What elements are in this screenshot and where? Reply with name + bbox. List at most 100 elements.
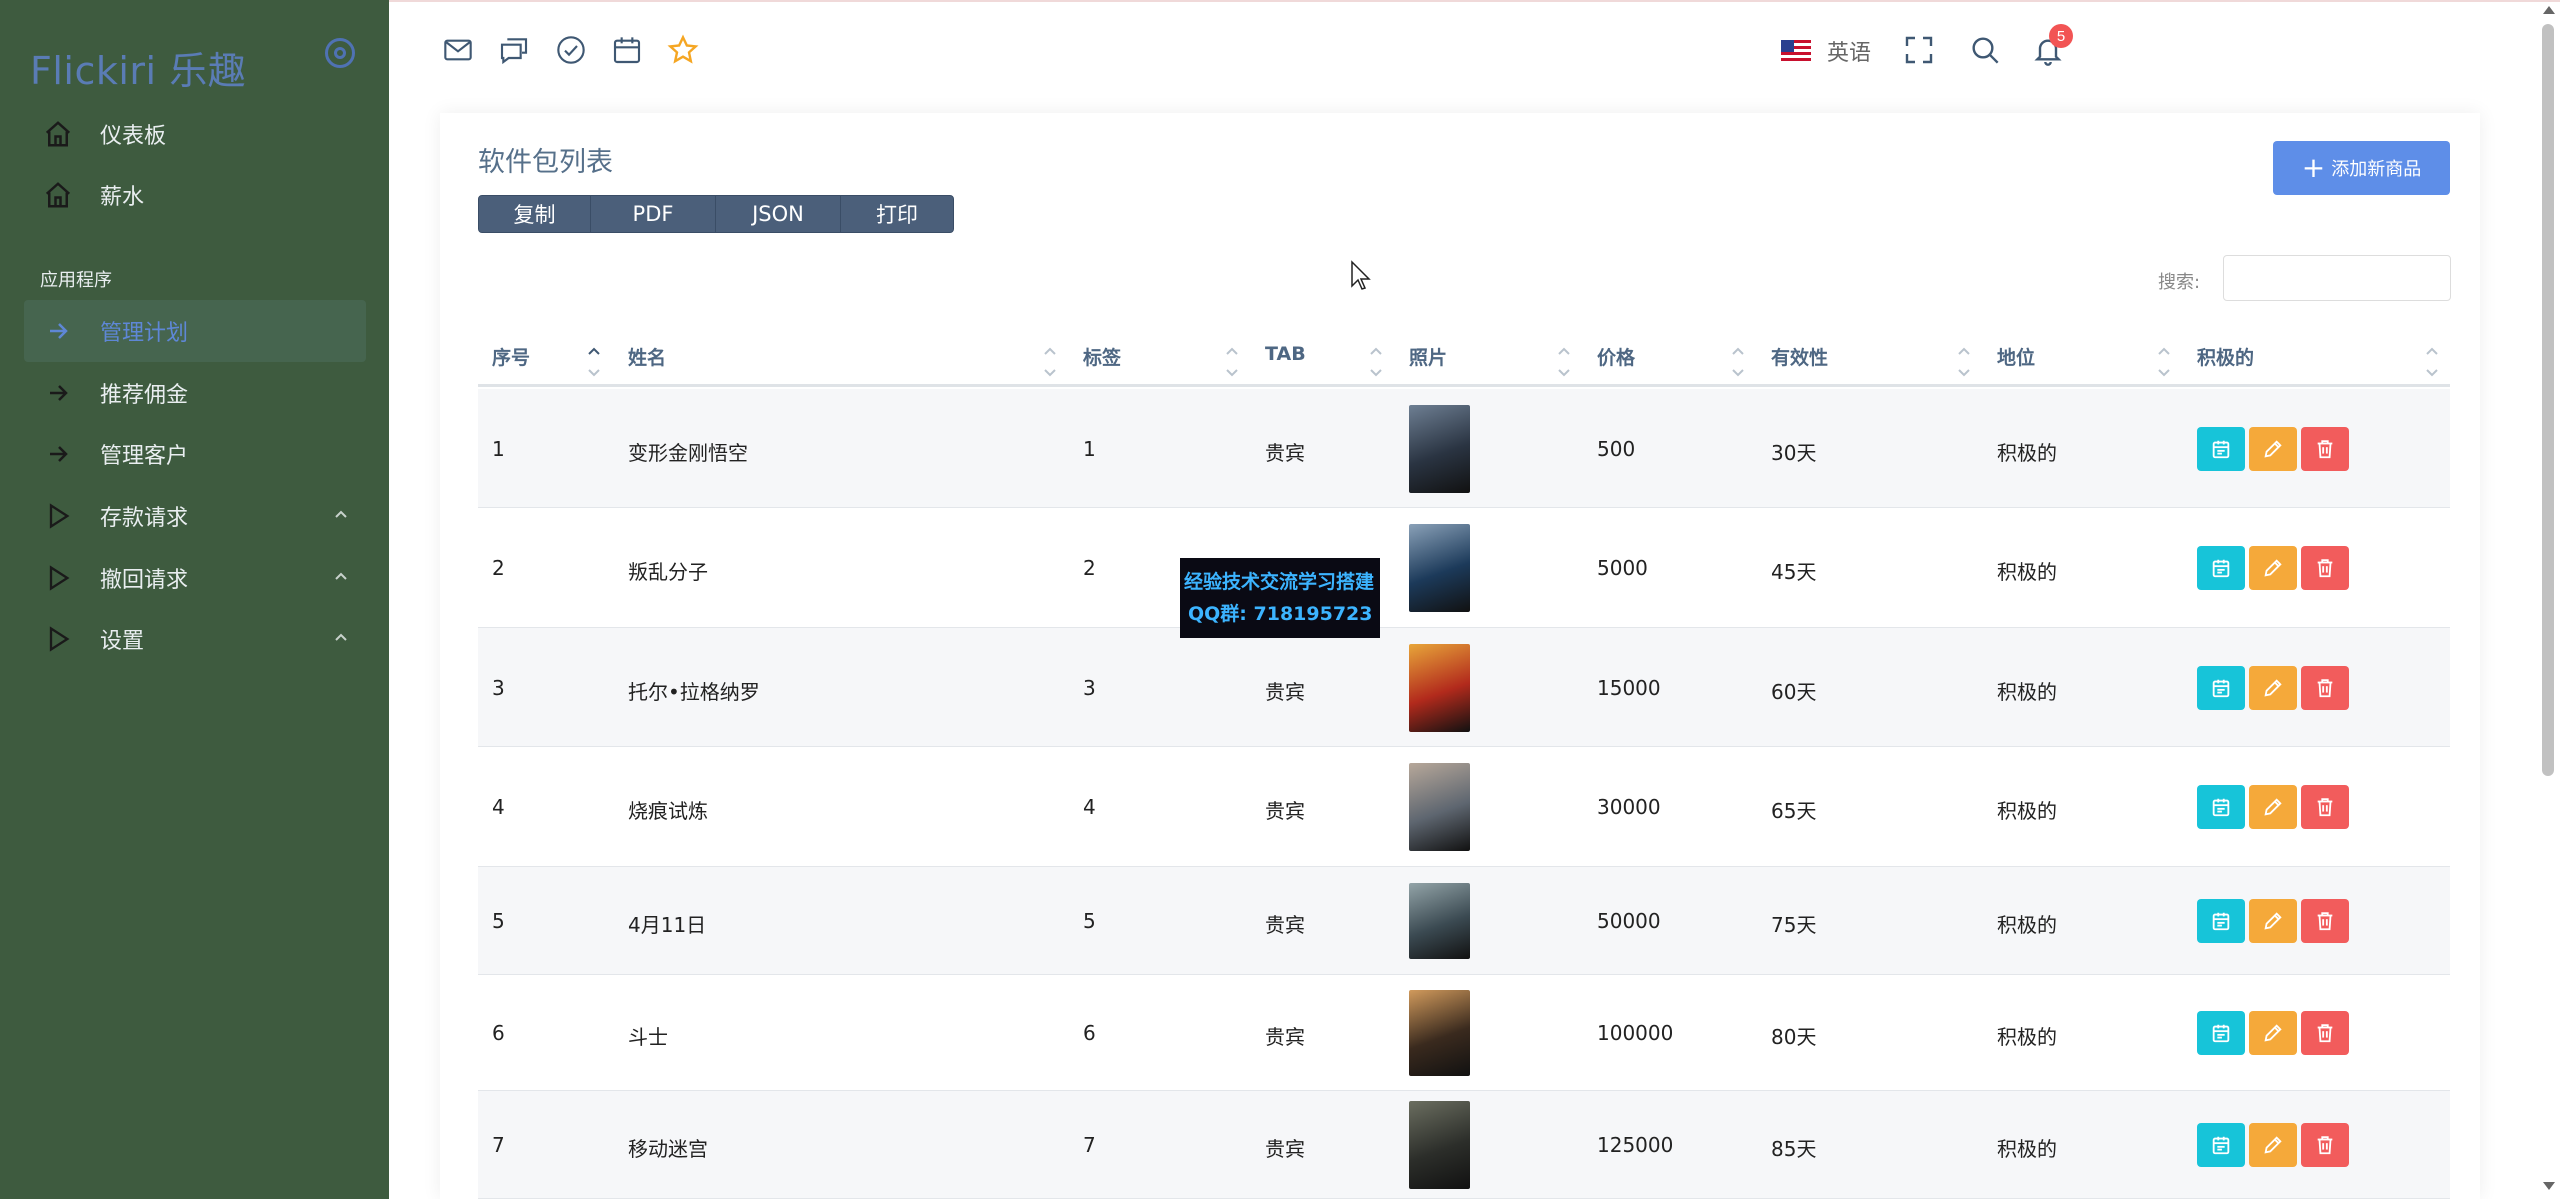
sidebar: Flickiri 乐趣 仪表板 薪水 应用程序 管理计划 推荐佣金 管理客户 存… bbox=[0, 0, 389, 1199]
cell-name: 托尔•拉格纳罗 bbox=[628, 680, 760, 704]
sort-icon[interactable] bbox=[2426, 345, 2438, 379]
view-button[interactable] bbox=[2197, 427, 2245, 471]
language-selector[interactable]: 英语 bbox=[1781, 35, 1871, 67]
view-button[interactable] bbox=[2197, 1011, 2245, 1055]
column-header-validity[interactable]: 有效性 bbox=[1771, 343, 1828, 370]
edit-button[interactable] bbox=[2249, 666, 2297, 710]
sidebar-item-salary[interactable]: 薪水 bbox=[24, 164, 366, 226]
column-header-active[interactable]: 积极的 bbox=[2197, 343, 2254, 370]
watermark-line-1: 经验技术交流学习搭建 bbox=[1184, 571, 1375, 593]
cell-status: 积极的 bbox=[1997, 441, 2057, 465]
view-button[interactable] bbox=[2197, 666, 2245, 710]
export-button-group: 复制 PDF JSON 打印 bbox=[478, 195, 954, 233]
column-header-tab[interactable]: TAB bbox=[1265, 343, 1306, 365]
column-header-status[interactable]: 地位 bbox=[1997, 343, 2035, 370]
calendar-icon[interactable] bbox=[611, 34, 643, 66]
sort-icon[interactable] bbox=[1732, 345, 1744, 379]
calendar-icon bbox=[2210, 677, 2232, 699]
column-header-name[interactable]: 姓名 bbox=[628, 343, 666, 370]
search-icon[interactable] bbox=[1969, 34, 2001, 66]
copy-button[interactable]: 复制 bbox=[479, 196, 591, 232]
scroll-up-arrow[interactable] bbox=[2543, 6, 2555, 14]
sidebar-item-referral-commission[interactable]: 推荐佣金 bbox=[24, 362, 366, 424]
cell-tab: 贵宾 bbox=[1265, 799, 1305, 823]
mail-icon[interactable] bbox=[442, 34, 474, 66]
column-header-id[interactable]: 序号 bbox=[492, 343, 530, 370]
notification-badge: 5 bbox=[2049, 24, 2073, 48]
sort-icon[interactable] bbox=[1558, 345, 1570, 379]
fullscreen-icon[interactable] bbox=[1903, 34, 1935, 66]
trash-icon bbox=[2314, 677, 2336, 699]
sort-ascending-icon[interactable] bbox=[588, 345, 600, 379]
search-input[interactable] bbox=[2223, 255, 2451, 301]
sort-icon[interactable] bbox=[2158, 345, 2170, 379]
delete-button[interactable] bbox=[2301, 1123, 2349, 1167]
cell-validity: 80天 bbox=[1771, 1025, 1817, 1049]
chat-icon[interactable] bbox=[498, 34, 530, 66]
delete-button[interactable] bbox=[2301, 666, 2349, 710]
mouse-cursor-icon bbox=[1351, 260, 1371, 290]
view-button[interactable] bbox=[2197, 546, 2245, 590]
cell-tag: 1 bbox=[1083, 437, 1096, 461]
sidebar-item-manage-plans[interactable]: 管理计划 bbox=[24, 300, 366, 362]
json-button[interactable]: JSON bbox=[716, 196, 841, 232]
sidebar-item-manage-customers[interactable]: 管理客户 bbox=[24, 423, 366, 485]
pdf-button[interactable]: PDF bbox=[591, 196, 716, 232]
sidebar-item-label: 薪水 bbox=[100, 185, 145, 210]
delete-button[interactable] bbox=[2301, 785, 2349, 829]
sidebar-item-withdraw-requests[interactable]: 撤回请求 bbox=[24, 547, 366, 609]
sort-icon[interactable] bbox=[1958, 345, 1970, 379]
poster-image bbox=[1409, 405, 1470, 493]
trash-icon bbox=[2314, 438, 2336, 460]
cell-id: 6 bbox=[492, 1021, 505, 1045]
column-header-price[interactable]: 价格 bbox=[1597, 343, 1635, 370]
poster-image bbox=[1409, 1101, 1470, 1189]
sidebar-item-dashboard[interactable]: 仪表板 bbox=[24, 103, 366, 165]
poster-image bbox=[1409, 883, 1470, 959]
view-button[interactable] bbox=[2197, 899, 2245, 943]
column-header-photo[interactable]: 照片 bbox=[1409, 343, 1447, 370]
pencil-icon bbox=[2262, 557, 2284, 579]
edit-button[interactable] bbox=[2249, 899, 2297, 943]
delete-button[interactable] bbox=[2301, 1011, 2349, 1055]
add-new-item-button[interactable]: + 添加新商品 bbox=[2273, 141, 2450, 195]
delete-button[interactable] bbox=[2301, 899, 2349, 943]
trash-icon bbox=[2314, 796, 2336, 818]
pencil-icon bbox=[2262, 1022, 2284, 1044]
edit-button[interactable] bbox=[2249, 546, 2297, 590]
calendar-icon bbox=[2210, 438, 2232, 460]
cell-validity: 45天 bbox=[1771, 560, 1817, 584]
check-circle-icon[interactable] bbox=[555, 34, 587, 66]
cell-name: 变形金刚悟空 bbox=[628, 441, 748, 465]
cell-validity: 65天 bbox=[1771, 799, 1817, 823]
sidebar-item-settings[interactable]: 设置 bbox=[24, 608, 366, 670]
column-header-tag[interactable]: 标签 bbox=[1083, 343, 1121, 370]
edit-button[interactable] bbox=[2249, 427, 2297, 471]
edit-button[interactable] bbox=[2249, 1011, 2297, 1055]
play-icon bbox=[40, 560, 76, 596]
view-button[interactable] bbox=[2197, 785, 2245, 829]
trash-icon bbox=[2314, 557, 2336, 579]
star-icon[interactable] bbox=[667, 34, 699, 66]
sidebar-item-deposit-requests[interactable]: 存款请求 bbox=[24, 485, 366, 547]
view-button[interactable] bbox=[2197, 1123, 2245, 1167]
print-button[interactable]: 打印 bbox=[841, 196, 953, 232]
cell-name: 斗士 bbox=[628, 1025, 668, 1049]
scroll-down-arrow[interactable] bbox=[2543, 1182, 2555, 1190]
sidebar-toggle-icon[interactable] bbox=[325, 38, 355, 68]
pencil-icon bbox=[2262, 910, 2284, 932]
trash-icon bbox=[2314, 1134, 2336, 1156]
sort-icon[interactable] bbox=[1226, 345, 1238, 379]
cell-status: 积极的 bbox=[1997, 680, 2057, 704]
cell-tab: 贵宾 bbox=[1265, 1137, 1305, 1161]
delete-button[interactable] bbox=[2301, 546, 2349, 590]
edit-button[interactable] bbox=[2249, 785, 2297, 829]
sort-icon[interactable] bbox=[1370, 345, 1382, 379]
delete-button[interactable] bbox=[2301, 427, 2349, 471]
edit-button[interactable] bbox=[2249, 1123, 2297, 1167]
page-scrollbar[interactable] bbox=[2542, 24, 2554, 776]
sort-icon[interactable] bbox=[1044, 345, 1056, 379]
play-icon bbox=[40, 621, 76, 657]
calendar-icon bbox=[2210, 1022, 2232, 1044]
cell-validity: 30天 bbox=[1771, 441, 1817, 465]
